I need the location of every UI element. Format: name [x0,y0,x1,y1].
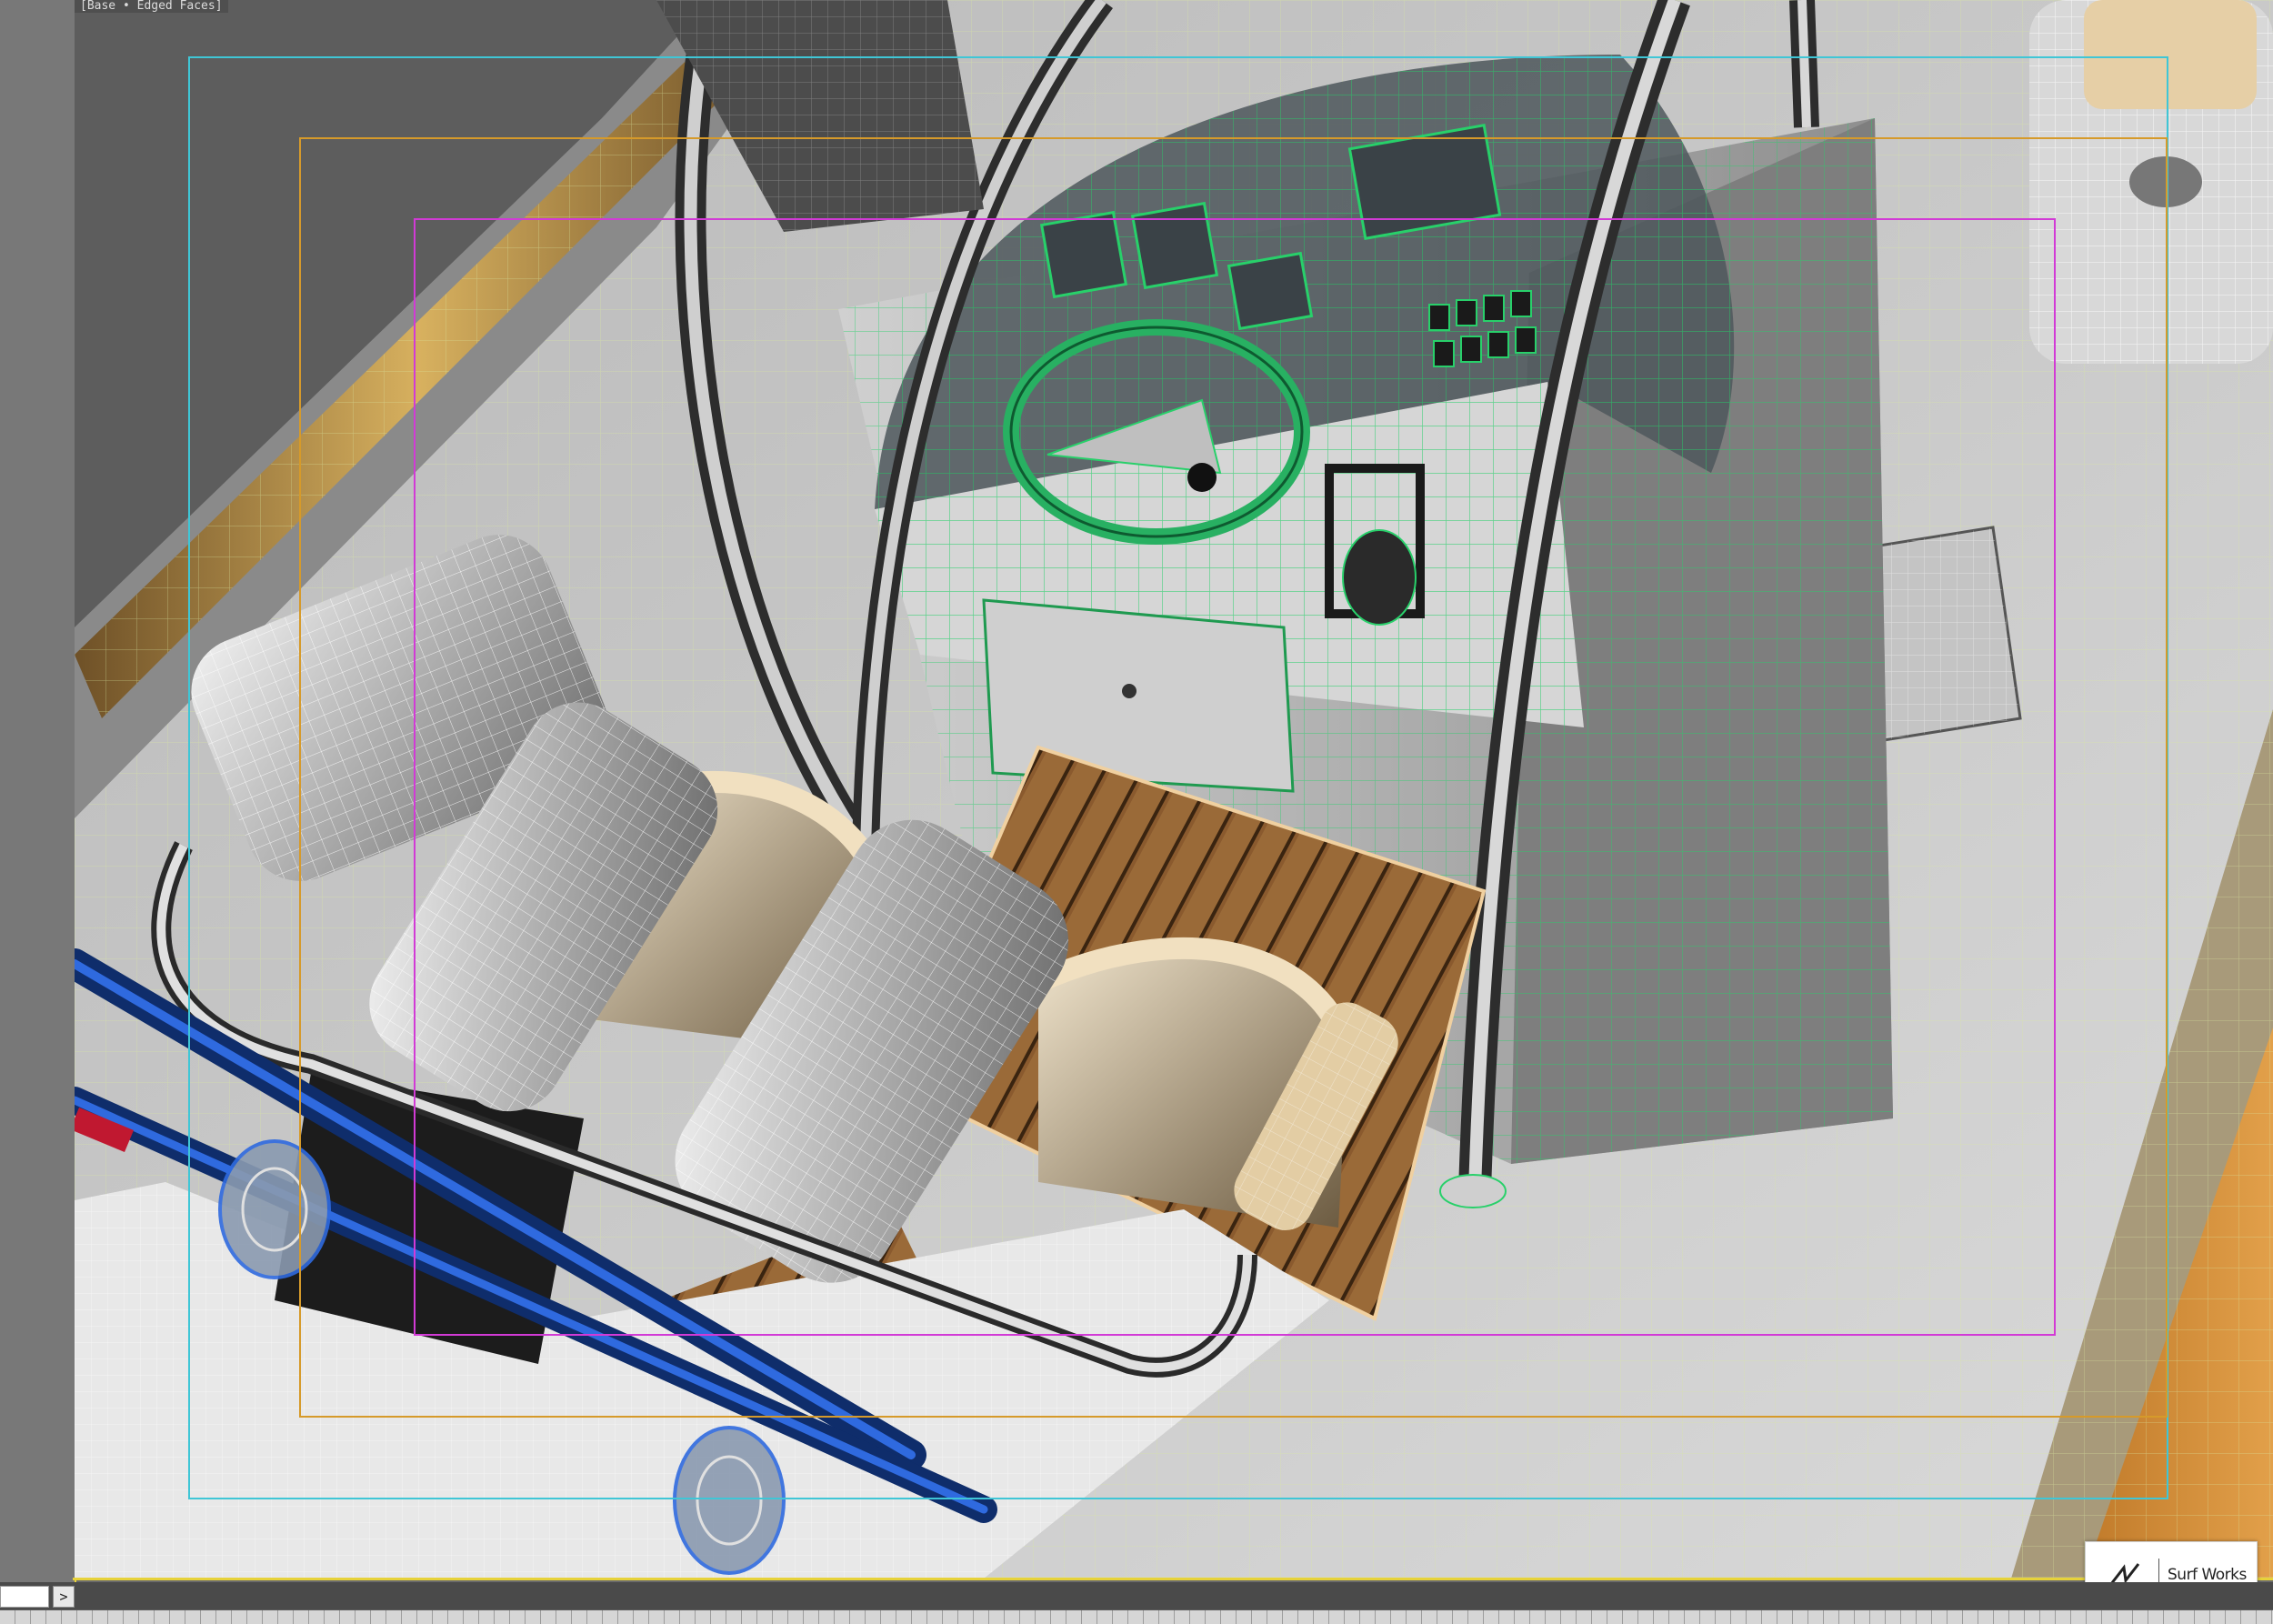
left-panel-strip [0,0,76,1582]
maxscript-listener-input[interactable] [0,1586,49,1608]
timeline-track[interactable] [0,1609,2273,1624]
viewport-label[interactable]: [Base • Edged Faces] [75,0,228,13]
scene-render [75,0,2273,1579]
app-window: [Base • Edged Faces] Surf Works > [0,0,2273,1624]
expand-arrow-button[interactable]: > [53,1586,75,1608]
watermark-text: Surf Works [2168,1566,2247,1584]
3d-viewport[interactable]: [Base • Edged Faces] [75,0,2273,1579]
